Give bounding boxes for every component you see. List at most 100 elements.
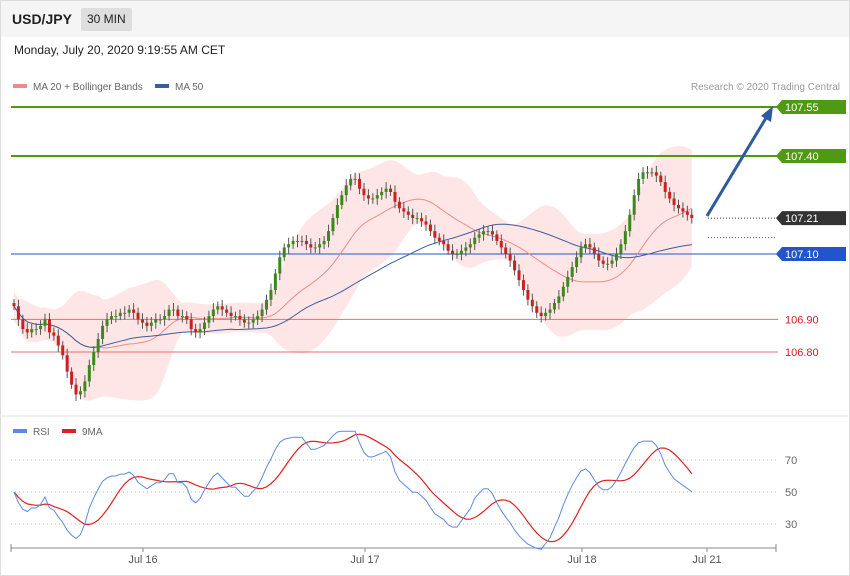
candle-body bbox=[300, 240, 304, 242]
candle-body bbox=[402, 208, 406, 212]
candle-body bbox=[415, 218, 419, 220]
candle-body bbox=[521, 280, 525, 290]
rsi-level-label-50: 50 bbox=[785, 487, 797, 499]
candle-body bbox=[606, 263, 610, 265]
candle-body bbox=[375, 195, 379, 199]
candle-body bbox=[486, 231, 490, 233]
candle-body bbox=[256, 316, 260, 320]
candle-body bbox=[123, 312, 127, 314]
candle-body bbox=[561, 286, 565, 297]
candle-body bbox=[39, 325, 43, 330]
candle-body bbox=[504, 247, 508, 254]
candle-body bbox=[451, 250, 455, 254]
candle-body bbox=[468, 244, 472, 248]
candle-body bbox=[362, 188, 366, 196]
candle-body bbox=[464, 247, 468, 251]
candle-body bbox=[406, 211, 410, 215]
candle-body bbox=[508, 254, 512, 261]
candle-body bbox=[389, 188, 393, 192]
candle-body bbox=[114, 316, 118, 318]
candle-body bbox=[127, 309, 131, 313]
candle-body bbox=[109, 316, 113, 320]
candle-body bbox=[309, 244, 313, 248]
candle-body bbox=[185, 316, 189, 320]
candle-body bbox=[260, 309, 264, 317]
candle-body bbox=[548, 309, 552, 313]
candle-body bbox=[645, 172, 649, 174]
candle-body bbox=[654, 172, 658, 176]
legend-ma20-label: MA 20 + Bollinger Bands bbox=[33, 82, 143, 93]
candle-body bbox=[327, 231, 331, 241]
candle-body bbox=[154, 319, 158, 323]
candle-body bbox=[632, 195, 636, 215]
legend-rsi-ma-swatch bbox=[62, 429, 76, 433]
candle-body bbox=[490, 231, 494, 235]
candle-body bbox=[136, 312, 140, 320]
rsi-level-label-30: 30 bbox=[785, 519, 797, 531]
candle-body bbox=[623, 231, 627, 245]
candle-body bbox=[601, 260, 605, 264]
candle-body bbox=[344, 185, 348, 196]
candle-body bbox=[637, 178, 641, 196]
candle-body bbox=[592, 247, 596, 254]
candle-body bbox=[251, 319, 255, 323]
candle-body bbox=[371, 198, 375, 200]
candle-body bbox=[220, 306, 224, 310]
candle-body bbox=[163, 316, 167, 320]
candle-body bbox=[194, 329, 198, 333]
forecast-arrow-shaft bbox=[705, 117, 768, 217]
legend-ma50-label: MA 50 bbox=[175, 82, 204, 93]
level-label-107.40: 107.40 bbox=[785, 151, 819, 163]
candle-body bbox=[167, 309, 171, 317]
candle-body bbox=[424, 221, 428, 225]
candle-body bbox=[118, 312, 122, 317]
candle-body bbox=[455, 254, 459, 255]
candle-body bbox=[322, 240, 326, 245]
level-label-107.55: 107.55 bbox=[785, 102, 819, 114]
candle-body bbox=[229, 312, 233, 317]
candle-body bbox=[583, 244, 587, 248]
rsi-ma-line bbox=[13, 433, 693, 543]
candle-body bbox=[287, 244, 291, 248]
candle-body bbox=[685, 211, 689, 215]
legend-rsi-ma-label: 9MA bbox=[82, 427, 103, 438]
candle-body bbox=[83, 381, 87, 392]
candle-body bbox=[96, 338, 100, 352]
candle-body bbox=[459, 250, 463, 254]
candle-body bbox=[663, 182, 667, 192]
candle-body bbox=[313, 247, 317, 249]
candle-body bbox=[428, 224, 432, 232]
forecast-arrow-head bbox=[761, 106, 773, 122]
candle-body bbox=[30, 329, 34, 333]
x-tick-label: Jul 17 bbox=[350, 554, 379, 566]
candle-body bbox=[672, 198, 676, 205]
candle-body bbox=[641, 172, 645, 179]
level-label-107.10: 107.10 bbox=[785, 249, 819, 261]
candle-body bbox=[234, 316, 237, 318]
candle-body bbox=[446, 244, 450, 251]
candle-body bbox=[216, 306, 220, 310]
candle-body bbox=[247, 322, 251, 324]
candle-body bbox=[397, 201, 401, 209]
candle-body bbox=[296, 240, 300, 242]
candle-body bbox=[291, 240, 295, 245]
candle-body bbox=[140, 319, 144, 323]
rsi-level-label-70: 70 bbox=[785, 455, 797, 467]
candle-body bbox=[52, 332, 56, 336]
candle-body bbox=[176, 309, 180, 317]
candle-body bbox=[380, 191, 384, 196]
candle-body bbox=[65, 355, 69, 372]
candle-body bbox=[47, 319, 51, 333]
candle-body bbox=[92, 352, 96, 366]
candle-body bbox=[61, 345, 65, 356]
legend-rsi-swatch bbox=[13, 429, 27, 433]
candle-body bbox=[43, 319, 47, 326]
candle-body bbox=[570, 267, 574, 277]
candle-body bbox=[681, 208, 685, 212]
candle-body bbox=[610, 260, 614, 264]
candle-body bbox=[132, 309, 136, 313]
candle-body bbox=[614, 254, 618, 261]
candle-body bbox=[34, 329, 38, 331]
candle-body bbox=[238, 316, 242, 320]
candle-body bbox=[690, 214, 694, 219]
